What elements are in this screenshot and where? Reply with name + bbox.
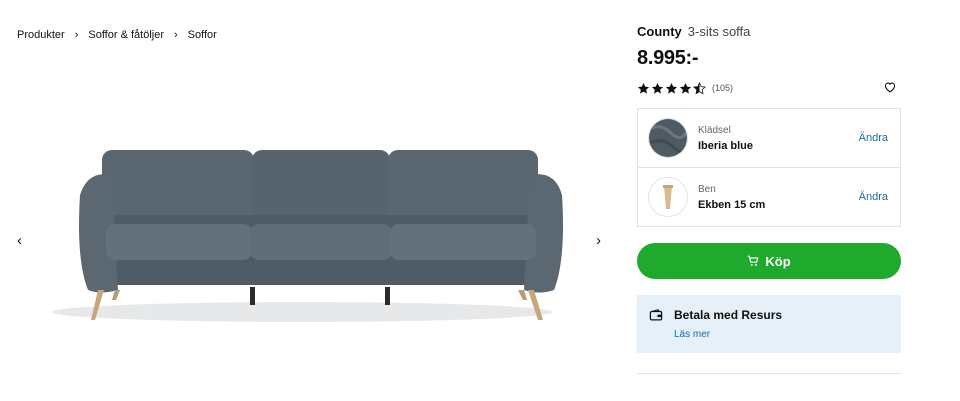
star-half-icon: [693, 81, 706, 94]
star-icon: [651, 82, 664, 94]
divider: [637, 373, 901, 374]
review-count[interactable]: (105): [712, 83, 733, 93]
resurs-payment-box: Betala med Resurs Läs mer: [637, 295, 901, 353]
star-icon: [665, 82, 678, 94]
product-brand: County: [637, 24, 682, 39]
read-more-link[interactable]: Läs mer: [674, 329, 710, 340]
option-value: Iberia blue: [698, 139, 754, 152]
product-options: Klädsel Iberia blue Ändra Ben Ekben 15 c…: [637, 108, 901, 227]
breadcrumb-item-soffor-fatoljer[interactable]: Soffor & fåtöljer: [88, 29, 164, 41]
star-icon: [637, 82, 650, 94]
product-gallery: ‹ ›: [0, 60, 620, 401]
breadcrumb-item-soffor[interactable]: Soffor: [188, 29, 217, 41]
gallery-next-button[interactable]: ›: [596, 232, 601, 249]
wallet-icon: [649, 309, 663, 321]
product-subtitle: 3-sits soffa: [687, 24, 751, 39]
leg-swatch: [648, 177, 688, 217]
star-icon: [679, 82, 692, 94]
buy-button-label: Köp: [765, 253, 791, 269]
option-label: Klädsel: [698, 124, 731, 136]
cart-icon: [747, 255, 759, 266]
product-price: 8.995:-: [637, 47, 699, 69]
option-value: Ekben 15 cm: [698, 198, 766, 211]
buy-button[interactable]: Köp: [637, 243, 901, 279]
star-rating: [637, 81, 706, 95]
change-fabric-button[interactable]: Ändra: [859, 132, 888, 144]
fabric-swatch: [648, 118, 688, 158]
heart-icon[interactable]: [883, 80, 897, 94]
breadcrumb-item-produkter[interactable]: Produkter: [17, 29, 65, 41]
change-legs-button[interactable]: Ändra: [859, 191, 888, 203]
chevron-right-icon: ›: [74, 29, 79, 41]
rating[interactable]: (105): [637, 80, 901, 96]
resurs-title: Betala med Resurs: [674, 308, 783, 322]
product-image: [52, 150, 563, 322]
gallery-prev-button[interactable]: ‹: [17, 232, 22, 249]
option-label: Ben: [698, 183, 716, 195]
chevron-right-icon: ›: [174, 29, 178, 41]
option-row-legs[interactable]: Ben Ekben 15 cm Ändra: [638, 167, 900, 226]
breadcrumb: Produkter › Soffor & fåtöljer › Soffor: [17, 29, 217, 41]
product-title: County 3-sits soffa: [637, 24, 901, 39]
option-row-fabric[interactable]: Klädsel Iberia blue Ändra: [638, 109, 900, 167]
product-panel: County 3-sits soffa 8.995:- (105) Klädse…: [637, 24, 901, 374]
